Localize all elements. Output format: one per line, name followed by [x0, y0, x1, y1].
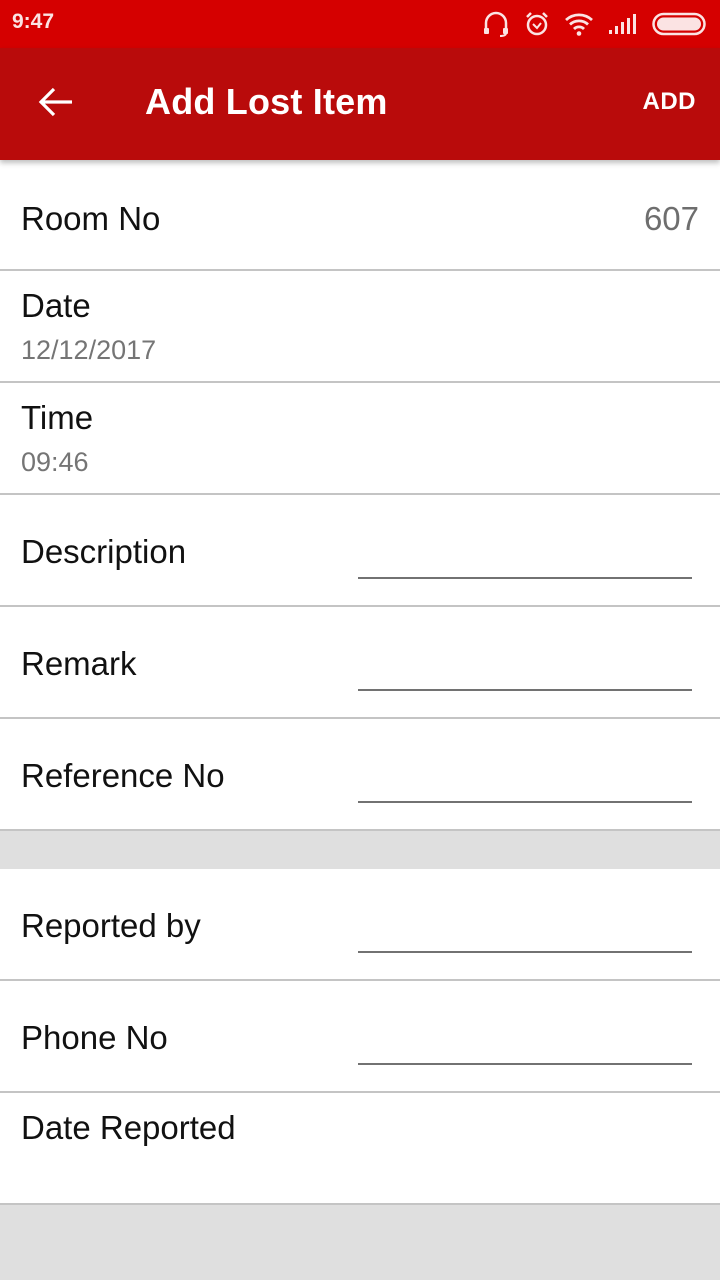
remark-input[interactable] — [358, 647, 692, 691]
status-time: 9:47 — [12, 10, 55, 33]
date-value: 12/12/2017 — [21, 335, 157, 365]
back-button[interactable] — [30, 82, 82, 126]
add-button[interactable]: ADD — [643, 88, 697, 116]
remark-row: Remark — [0, 607, 720, 719]
description-label: Description — [21, 533, 187, 570]
reference-no-label: Reference No — [21, 757, 225, 794]
reference-no-input[interactable] — [358, 759, 692, 803]
headset-icon — [482, 11, 510, 37]
wifi-icon — [564, 12, 594, 36]
app-bar: Add Lost Item ADD — [0, 48, 720, 160]
reference-no-row: Reference No — [0, 719, 720, 831]
status-bar: 9:47 — [0, 0, 720, 48]
page-title: Add Lost Item — [145, 81, 388, 122]
reporter-section: Reported by Phone No Date Reported — [0, 869, 720, 1205]
date-reported-label: Date Reported — [21, 1109, 236, 1146]
battery-icon — [652, 12, 708, 36]
description-row: Description — [0, 495, 720, 607]
remark-label: Remark — [21, 645, 137, 682]
time-value: 09:46 — [21, 447, 89, 477]
phone-no-label: Phone No — [21, 1019, 168, 1056]
room-no-label: Room No — [21, 200, 161, 237]
date-row[interactable]: Date 12/12/2017 — [0, 271, 720, 383]
room-no-value: 607 — [643, 200, 699, 237]
alarm-icon — [524, 11, 550, 37]
description-input[interactable] — [358, 535, 692, 579]
status-icons — [482, 8, 708, 40]
reported-by-input[interactable] — [358, 909, 692, 953]
date-reported-row[interactable]: Date Reported — [0, 1093, 720, 1205]
arrow-left-icon — [38, 86, 74, 123]
time-label: Time — [21, 399, 94, 436]
time-row[interactable]: Time 09:46 — [0, 383, 720, 495]
lost-item-form: Room No 607 Date 12/12/2017 Time 09:46 D… — [0, 160, 720, 1205]
phone-no-input[interactable] — [358, 1021, 692, 1065]
reported-by-label: Reported by — [21, 907, 201, 944]
reported-by-row: Reported by — [0, 869, 720, 981]
date-label: Date — [21, 287, 91, 324]
room-no-row: Room No 607 — [0, 160, 720, 271]
signal-icon — [608, 13, 638, 35]
phone-no-row: Phone No — [0, 981, 720, 1093]
item-details-section: Room No 607 Date 12/12/2017 Time 09:46 D… — [0, 160, 720, 831]
section-divider — [0, 831, 720, 869]
